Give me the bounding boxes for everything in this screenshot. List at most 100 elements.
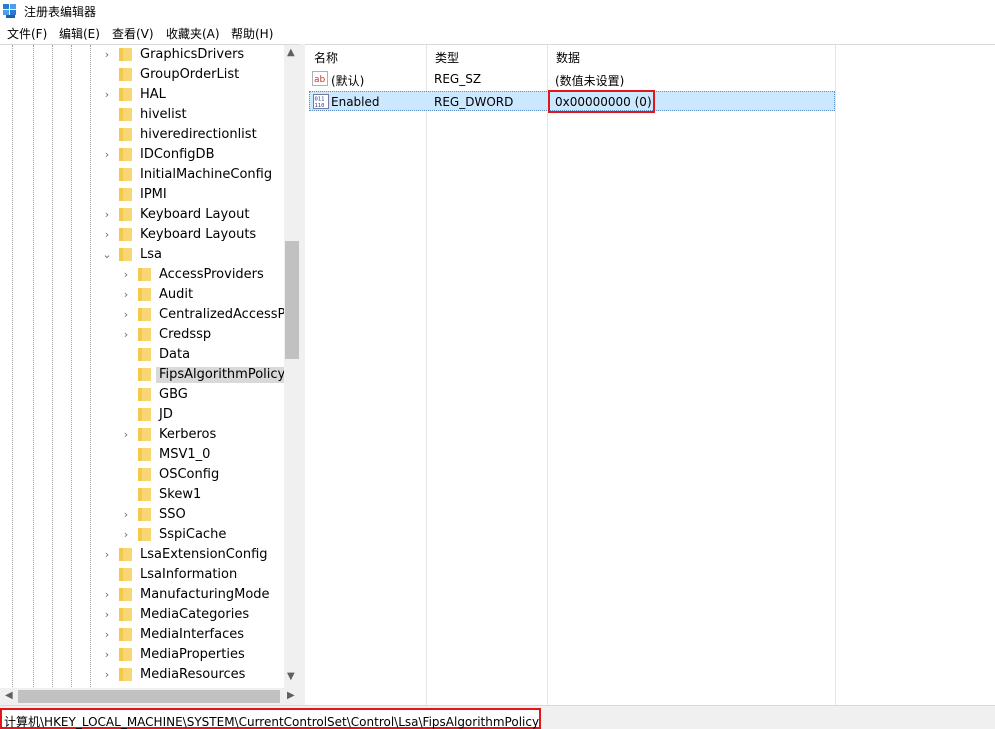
scroll-down-arrow-icon[interactable]: ▼ xyxy=(287,671,295,682)
menu-edit[interactable]: 编辑(E) xyxy=(59,25,100,42)
tree-scroll-thumb[interactable] xyxy=(285,241,299,359)
value-type: REG_DWORD xyxy=(434,95,514,109)
folder-icon xyxy=(119,588,132,601)
folder-icon xyxy=(138,388,151,401)
expand-chevron-icon[interactable]: › xyxy=(121,528,131,542)
folder-icon xyxy=(138,488,151,501)
column-divider[interactable] xyxy=(426,45,427,706)
menu-favorites[interactable]: 收藏夹(A) xyxy=(166,25,220,42)
tree-horizontal-scrollbar[interactable]: ◀ ▶ xyxy=(0,688,300,705)
tree-item[interactable]: GBG xyxy=(0,385,284,405)
tree-item[interactable]: › MediaInterfaces xyxy=(0,625,284,645)
tree-item-label: ManufacturingMode xyxy=(140,587,270,602)
tree-item-label: hiveredirectionlist xyxy=(140,127,257,142)
folder-icon xyxy=(119,648,132,661)
tree-item-label: MSV1_0 xyxy=(159,447,211,462)
expand-chevron-icon[interactable]: › xyxy=(102,88,112,102)
tree-item[interactable]: › Credssp xyxy=(0,325,284,345)
folder-icon xyxy=(119,88,132,101)
tree-item[interactable]: › CentralizedAccessPoli xyxy=(0,305,284,325)
value-data: (数值未设置) xyxy=(555,74,625,88)
expand-chevron-icon[interactable]: › xyxy=(102,628,112,642)
tree-item[interactable]: › SspiCache xyxy=(0,525,284,545)
value-list-pane: 名称 类型 数据 ab (默认) REG_SZ (数值未设置) 011 110 … xyxy=(305,44,995,706)
expand-chevron-icon[interactable]: › xyxy=(121,308,131,322)
folder-icon xyxy=(119,208,132,221)
tree-item[interactable]: › GraphicsDrivers xyxy=(0,45,284,65)
folder-icon xyxy=(119,668,132,681)
tree-item-label: InitialMachineConfig xyxy=(140,167,273,182)
tree-item[interactable]: GroupOrderList xyxy=(0,65,284,85)
tree-item[interactable]: LsaInformation xyxy=(0,565,284,585)
registry-path: 计算机\HKEY_LOCAL_MACHINE\SYSTEM\CurrentCon… xyxy=(4,715,540,729)
menu-file[interactable]: 文件(F) xyxy=(7,25,47,42)
tree-item[interactable]: IPMI xyxy=(0,185,284,205)
tree-item[interactable]: › LsaExtensionConfig xyxy=(0,545,284,565)
address-path-box[interactable]: 计算机\HKEY_LOCAL_MACHINE\SYSTEM\CurrentCon… xyxy=(0,708,541,729)
scroll-up-arrow-icon[interactable]: ▲ xyxy=(287,47,295,58)
tree-item[interactable]: › MediaProperties xyxy=(0,645,284,665)
title-bar: 注册表编辑器 xyxy=(0,0,995,22)
menu-view[interactable]: 查看(V) xyxy=(112,25,154,42)
tree-item[interactable]: ⌄ Lsa xyxy=(0,245,284,265)
string-value-icon: ab xyxy=(312,71,328,86)
folder-icon xyxy=(138,308,151,321)
tree-item[interactable]: › SSO xyxy=(0,505,284,525)
tree-item-label: GroupOrderList xyxy=(140,67,240,82)
tree-item[interactable]: FipsAlgorithmPolicy xyxy=(0,365,284,385)
tree-item[interactable]: hivelist xyxy=(0,105,284,125)
column-divider[interactable] xyxy=(547,45,548,706)
tree-item[interactable]: › Audit xyxy=(0,285,284,305)
expand-chevron-icon[interactable]: › xyxy=(102,668,112,682)
expand-chevron-icon[interactable]: › xyxy=(102,608,112,622)
tree-item-label: MediaProperties xyxy=(140,647,245,662)
expand-chevron-icon[interactable]: › xyxy=(102,148,112,162)
tree-item[interactable]: OSConfig xyxy=(0,465,284,485)
tree-item[interactable]: › Kerberos xyxy=(0,425,284,445)
menu-help[interactable]: 帮助(H) xyxy=(231,25,273,42)
tree-item[interactable]: › ManufacturingMode xyxy=(0,585,284,605)
expand-chevron-icon[interactable]: › xyxy=(102,648,112,662)
tree-item[interactable]: › MediaResources xyxy=(0,665,284,685)
column-header-name[interactable]: 名称 xyxy=(305,45,338,67)
tree-vertical-scrollbar[interactable]: ▲ ▼ xyxy=(284,45,300,688)
value-row-default[interactable]: ab (默认) REG_SZ (数值未设置) xyxy=(309,69,835,89)
expand-chevron-icon[interactable]: › xyxy=(121,508,131,522)
expand-chevron-icon[interactable]: › xyxy=(102,588,112,602)
tree-item[interactable]: MSV1_0 xyxy=(0,445,284,465)
expand-chevron-icon[interactable]: › xyxy=(102,548,112,562)
svg-text:110: 110 xyxy=(315,103,325,109)
tree-item-label: Data xyxy=(159,347,191,362)
tree-item-label: HAL xyxy=(140,87,166,102)
tree-item[interactable]: › Keyboard Layouts xyxy=(0,225,284,245)
scroll-left-arrow-icon[interactable]: ◀ xyxy=(5,690,13,701)
tree-item[interactable]: › HAL xyxy=(0,85,284,105)
menu-bar: 文件(F) 编辑(E) 查看(V) 收藏夹(A) 帮助(H) xyxy=(0,22,995,43)
column-header-data[interactable]: 数据 xyxy=(547,45,580,67)
tree-item[interactable]: › Keyboard Layout xyxy=(0,205,284,225)
tree-item[interactable]: › MediaCategories xyxy=(0,605,284,625)
tree-item-label: MediaInterfaces xyxy=(140,627,245,642)
expand-chevron-icon[interactable]: › xyxy=(102,208,112,222)
tree-hscroll-thumb[interactable] xyxy=(18,690,280,703)
expand-chevron-icon[interactable]: › xyxy=(121,268,131,282)
expand-chevron-icon[interactable]: › xyxy=(121,288,131,302)
tree-item[interactable]: Skew1 xyxy=(0,485,284,505)
expand-chevron-icon[interactable]: › xyxy=(102,228,112,242)
collapse-chevron-icon[interactable]: ⌄ xyxy=(102,248,112,262)
scroll-right-arrow-icon[interactable]: ▶ xyxy=(287,690,295,701)
expand-chevron-icon[interactable]: › xyxy=(102,48,112,62)
tree-item[interactable]: › AccessProviders xyxy=(0,265,284,285)
tree-item[interactable]: JD xyxy=(0,405,284,425)
column-divider[interactable] xyxy=(835,45,836,706)
column-header-type[interactable]: 类型 xyxy=(426,45,459,67)
tree-item-label: JD xyxy=(159,407,173,422)
tree-item[interactable]: › IDConfigDB xyxy=(0,145,284,165)
tree-item[interactable]: Data xyxy=(0,345,284,365)
tree-item[interactable]: InitialMachineConfig xyxy=(0,165,284,185)
tree-item-label: Lsa xyxy=(140,247,162,262)
tree-item[interactable]: hiveredirectionlist xyxy=(0,125,284,145)
expand-chevron-icon[interactable]: › xyxy=(121,428,131,442)
folder-icon xyxy=(119,228,132,241)
expand-chevron-icon[interactable]: › xyxy=(121,328,131,342)
